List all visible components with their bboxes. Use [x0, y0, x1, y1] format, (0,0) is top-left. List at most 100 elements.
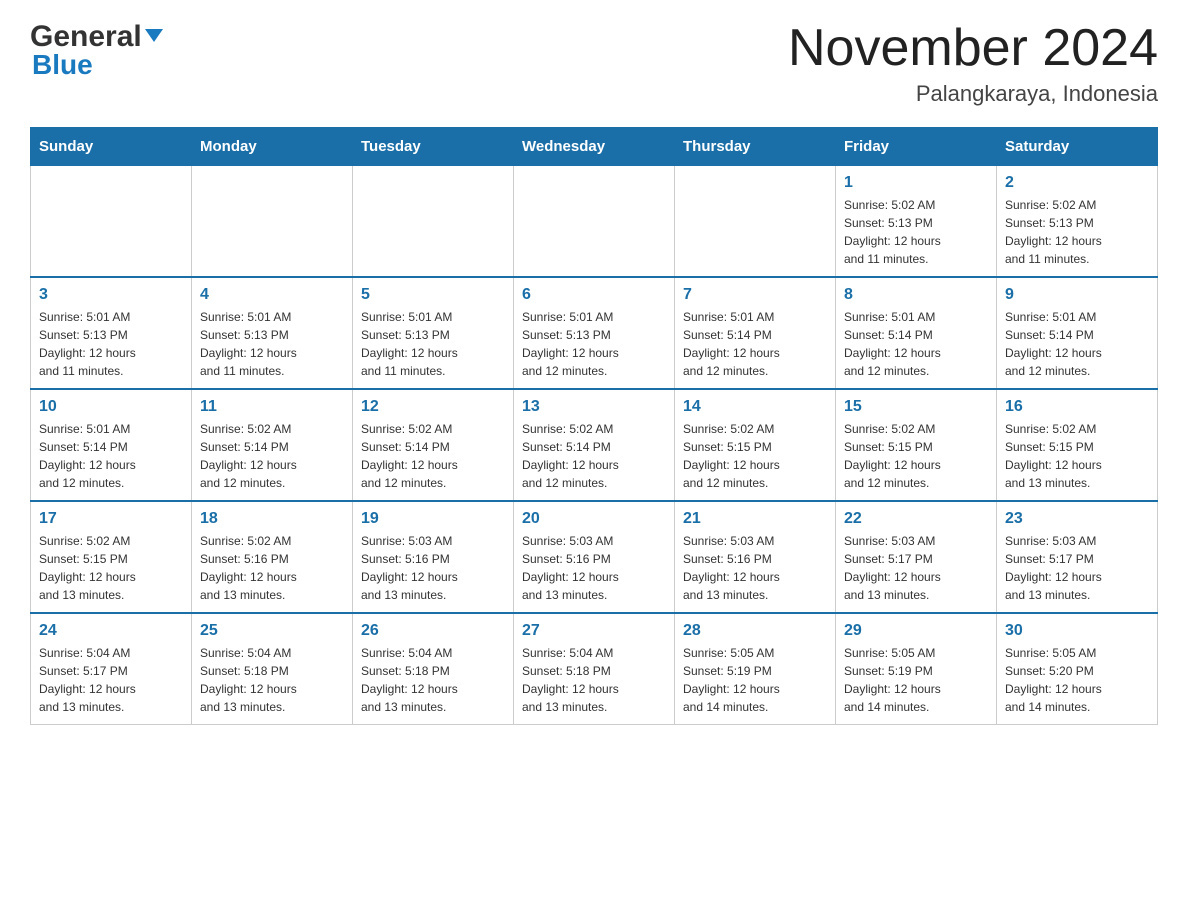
day-info: Sunrise: 5:02 AM Sunset: 5:13 PM Dayligh…: [844, 196, 988, 268]
calendar-day-cell: [31, 166, 192, 278]
day-info: Sunrise: 5:01 AM Sunset: 5:13 PM Dayligh…: [39, 308, 183, 380]
calendar-day-cell: 3 Sunrise: 5:01 AM Sunset: 5:13 PM Daylig…: [31, 277, 192, 389]
day-number: 30: [1005, 622, 1149, 640]
calendar-week-row: 3 Sunrise: 5:01 AM Sunset: 5:13 PM Daylig…: [31, 277, 1158, 389]
calendar-day-cell: 18 Sunrise: 5:02 AM Sunset: 5:16 PM Dayli…: [192, 501, 353, 613]
day-number: 6: [522, 286, 666, 304]
day-number: 11: [200, 398, 344, 416]
calendar-day-cell: 5 Sunrise: 5:01 AM Sunset: 5:13 PM Daylig…: [353, 277, 514, 389]
day-number: 13: [522, 398, 666, 416]
calendar-day-cell: 29 Sunrise: 5:05 AM Sunset: 5:19 PM Dayli…: [836, 613, 997, 725]
day-number: 19: [361, 510, 505, 528]
day-number: 17: [39, 510, 183, 528]
day-info: Sunrise: 5:03 AM Sunset: 5:17 PM Dayligh…: [844, 532, 988, 604]
day-number: 1: [844, 174, 988, 192]
day-number: 26: [361, 622, 505, 640]
calendar-day-cell: 27 Sunrise: 5:04 AM Sunset: 5:18 PM Dayli…: [514, 613, 675, 725]
day-info: Sunrise: 5:01 AM Sunset: 5:14 PM Dayligh…: [1005, 308, 1149, 380]
day-info: Sunrise: 5:02 AM Sunset: 5:15 PM Dayligh…: [1005, 420, 1149, 492]
day-info: Sunrise: 5:01 AM Sunset: 5:14 PM Dayligh…: [39, 420, 183, 492]
calendar-day-cell: [514, 166, 675, 278]
day-info: Sunrise: 5:02 AM Sunset: 5:13 PM Dayligh…: [1005, 196, 1149, 268]
weekday-header-thursday: Thursday: [675, 128, 836, 166]
calendar-day-cell: 26 Sunrise: 5:04 AM Sunset: 5:18 PM Dayli…: [353, 613, 514, 725]
logo-area: General Blue: [30, 20, 163, 79]
day-number: 20: [522, 510, 666, 528]
weekday-header-wednesday: Wednesday: [514, 128, 675, 166]
calendar-day-cell: 2 Sunrise: 5:02 AM Sunset: 5:13 PM Daylig…: [997, 166, 1158, 278]
calendar-week-row: 10 Sunrise: 5:01 AM Sunset: 5:14 PM Dayli…: [31, 389, 1158, 501]
day-info: Sunrise: 5:04 AM Sunset: 5:18 PM Dayligh…: [361, 644, 505, 716]
day-info: Sunrise: 5:05 AM Sunset: 5:20 PM Dayligh…: [1005, 644, 1149, 716]
calendar-day-cell: 8Sunrise: 5:01 AM Sunset: 5:14 PM Daylig…: [836, 277, 997, 389]
day-number: 5: [361, 286, 505, 304]
day-info: Sunrise: 5:02 AM Sunset: 5:15 PM Dayligh…: [683, 420, 827, 492]
page-header: General Blue November 2024 Palangkaraya,…: [30, 20, 1158, 107]
calendar-day-cell: 9 Sunrise: 5:01 AM Sunset: 5:14 PM Daylig…: [997, 277, 1158, 389]
day-info: Sunrise: 5:04 AM Sunset: 5:18 PM Dayligh…: [522, 644, 666, 716]
weekday-header-monday: Monday: [192, 128, 353, 166]
calendar-day-cell: 12 Sunrise: 5:02 AM Sunset: 5:14 PM Dayli…: [353, 389, 514, 501]
calendar-week-row: 24 Sunrise: 5:04 AM Sunset: 5:17 PM Dayli…: [31, 613, 1158, 725]
day-number: 8: [844, 286, 988, 304]
day-number: 12: [361, 398, 505, 416]
day-info: Sunrise: 5:02 AM Sunset: 5:14 PM Dayligh…: [522, 420, 666, 492]
day-number: 3: [39, 286, 183, 304]
calendar-day-cell: 1 Sunrise: 5:02 AM Sunset: 5:13 PM Daylig…: [836, 166, 997, 278]
day-number: 4: [200, 286, 344, 304]
day-info: Sunrise: 5:05 AM Sunset: 5:19 PM Dayligh…: [683, 644, 827, 716]
calendar-day-cell: 15 Sunrise: 5:02 AM Sunset: 5:15 PM Dayli…: [836, 389, 997, 501]
day-number: 2: [1005, 174, 1149, 192]
day-info: Sunrise: 5:02 AM Sunset: 5:14 PM Dayligh…: [200, 420, 344, 492]
day-number: 28: [683, 622, 827, 640]
calendar-day-cell: [675, 166, 836, 278]
day-info: Sunrise: 5:05 AM Sunset: 5:19 PM Dayligh…: [844, 644, 988, 716]
day-info: Sunrise: 5:01 AM Sunset: 5:13 PM Dayligh…: [200, 308, 344, 380]
day-number: 29: [844, 622, 988, 640]
day-number: 10: [39, 398, 183, 416]
day-number: 24: [39, 622, 183, 640]
day-number: 27: [522, 622, 666, 640]
weekday-header-row: SundayMondayTuesdayWednesdayThursdayFrid…: [31, 128, 1158, 166]
day-info: Sunrise: 5:02 AM Sunset: 5:15 PM Dayligh…: [844, 420, 988, 492]
calendar-day-cell: 30 Sunrise: 5:05 AM Sunset: 5:20 PM Dayli…: [997, 613, 1158, 725]
day-info: Sunrise: 5:03 AM Sunset: 5:16 PM Dayligh…: [683, 532, 827, 604]
day-info: Sunrise: 5:01 AM Sunset: 5:13 PM Dayligh…: [522, 308, 666, 380]
calendar-day-cell: 7Sunrise: 5:01 AM Sunset: 5:14 PM Daylig…: [675, 277, 836, 389]
calendar-day-cell: 19Sunrise: 5:03 AM Sunset: 5:16 PM Dayli…: [353, 501, 514, 613]
calendar-day-cell: 16 Sunrise: 5:02 AM Sunset: 5:15 PM Dayli…: [997, 389, 1158, 501]
month-title: November 2024: [788, 20, 1158, 77]
day-number: 25: [200, 622, 344, 640]
day-info: Sunrise: 5:03 AM Sunset: 5:16 PM Dayligh…: [522, 532, 666, 604]
day-number: 15: [844, 398, 988, 416]
day-info: Sunrise: 5:01 AM Sunset: 5:13 PM Dayligh…: [361, 308, 505, 380]
day-number: 7: [683, 286, 827, 304]
calendar-week-row: 17 Sunrise: 5:02 AM Sunset: 5:15 PM Dayli…: [31, 501, 1158, 613]
day-info: Sunrise: 5:03 AM Sunset: 5:17 PM Dayligh…: [1005, 532, 1149, 604]
location-subtitle: Palangkaraya, Indonesia: [788, 81, 1158, 107]
weekday-header-friday: Friday: [836, 128, 997, 166]
calendar-day-cell: 21 Sunrise: 5:03 AM Sunset: 5:16 PM Dayli…: [675, 501, 836, 613]
calendar-day-cell: [353, 166, 514, 278]
day-number: 9: [1005, 286, 1149, 304]
day-info: Sunrise: 5:04 AM Sunset: 5:17 PM Dayligh…: [39, 644, 183, 716]
calendar-day-cell: 4 Sunrise: 5:01 AM Sunset: 5:13 PM Daylig…: [192, 277, 353, 389]
calendar-day-cell: 25Sunrise: 5:04 AM Sunset: 5:18 PM Dayli…: [192, 613, 353, 725]
calendar-day-cell: 14 Sunrise: 5:02 AM Sunset: 5:15 PM Dayli…: [675, 389, 836, 501]
day-info: Sunrise: 5:02 AM Sunset: 5:15 PM Dayligh…: [39, 532, 183, 604]
day-info: Sunrise: 5:02 AM Sunset: 5:16 PM Dayligh…: [200, 532, 344, 604]
weekday-header-sunday: Sunday: [31, 128, 192, 166]
calendar-day-cell: 22Sunrise: 5:03 AM Sunset: 5:17 PM Dayli…: [836, 501, 997, 613]
day-info: Sunrise: 5:02 AM Sunset: 5:14 PM Dayligh…: [361, 420, 505, 492]
day-number: 18: [200, 510, 344, 528]
weekday-header-tuesday: Tuesday: [353, 128, 514, 166]
day-number: 21: [683, 510, 827, 528]
day-number: 16: [1005, 398, 1149, 416]
calendar-day-cell: 28 Sunrise: 5:05 AM Sunset: 5:19 PM Dayli…: [675, 613, 836, 725]
calendar-table: SundayMondayTuesdayWednesdayThursdayFrid…: [30, 127, 1158, 725]
day-number: 14: [683, 398, 827, 416]
calendar-day-cell: 13 Sunrise: 5:02 AM Sunset: 5:14 PM Dayli…: [514, 389, 675, 501]
calendar-day-cell: 24 Sunrise: 5:04 AM Sunset: 5:17 PM Dayli…: [31, 613, 192, 725]
calendar-day-cell: 10 Sunrise: 5:01 AM Sunset: 5:14 PM Dayli…: [31, 389, 192, 501]
calendar-day-cell: 6 Sunrise: 5:01 AM Sunset: 5:13 PM Daylig…: [514, 277, 675, 389]
